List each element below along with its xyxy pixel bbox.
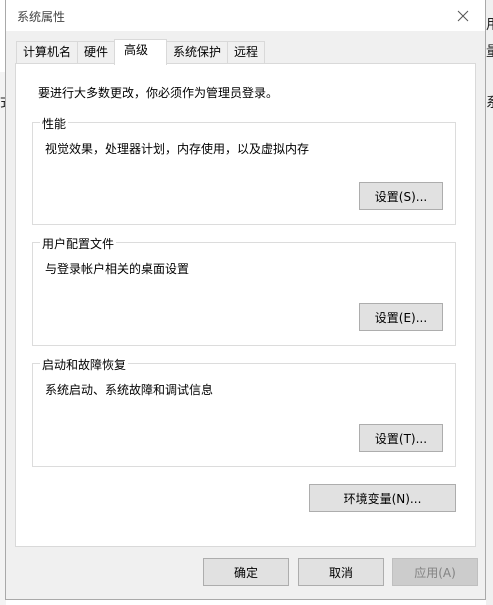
system-properties-dialog: 系统属性 计算机名 硬件 高级 系统保护 远程 要进行大多数更改，你必须作为管理…: [5, 0, 486, 600]
advanced-tab-panel: 要进行大多数更改，你必须作为管理员登录。 性能 视觉效果，处理器计划，内存使用，…: [15, 63, 476, 547]
startup-recovery-description: 系统启动、系统故障和调试信息: [45, 383, 214, 397]
background-right-char: 量: [486, 41, 493, 61]
cancel-button[interactable]: 取消: [298, 558, 384, 586]
tab-computer-name[interactable]: 计算机名: [16, 41, 79, 64]
startup-recovery-group: 启动和故障恢复 系统启动、系统故障和调试信息 设置(T)...: [32, 356, 456, 467]
tab-remote[interactable]: 远程: [227, 41, 266, 64]
performance-settings-button[interactable]: 设置(S)...: [359, 182, 443, 210]
title-bar[interactable]: 系统属性: [6, 0, 485, 31]
tab-advanced[interactable]: 高级: [114, 39, 168, 65]
startup-recovery-settings-button[interactable]: 设置(T)...: [359, 424, 443, 452]
user-profiles-group-title: 用户配置文件: [40, 235, 117, 252]
performance-description: 视觉效果，处理器计划，内存使用，以及虚拟内存: [45, 142, 310, 156]
environment-variables-button[interactable]: 环境变量(N)...: [309, 484, 456, 512]
user-profiles-group: 用户配置文件 与登录帐户相关的桌面设置 设置(E)...: [32, 235, 456, 346]
tab-system-protection[interactable]: 系统保护: [166, 41, 229, 64]
tab-hardware[interactable]: 硬件: [77, 41, 116, 64]
apply-button[interactable]: 应用(A): [392, 558, 478, 586]
admin-note: 要进行大多数更改，你必须作为管理员登录。: [38, 86, 279, 100]
background-right-edge: [486, 0, 493, 605]
window-title: 系统属性: [17, 10, 66, 24]
background-right-char: 系: [486, 92, 493, 112]
performance-group: 性能 视觉效果，处理器计划，内存使用，以及虚拟内存 设置(S)...: [32, 115, 456, 225]
background-right-char: 用: [486, 14, 493, 34]
close-icon: [457, 10, 468, 21]
close-button[interactable]: [440, 0, 485, 31]
user-profiles-settings-button[interactable]: 设置(E)...: [359, 303, 443, 331]
user-profiles-description: 与登录帐户相关的桌面设置: [45, 262, 190, 276]
startup-recovery-group-title: 启动和故障恢复: [40, 356, 129, 373]
performance-group-title: 性能: [40, 115, 69, 132]
ok-button[interactable]: 确定: [203, 558, 289, 586]
tab-strip: 计算机名 硬件 高级 系统保护 远程: [16, 39, 266, 65]
